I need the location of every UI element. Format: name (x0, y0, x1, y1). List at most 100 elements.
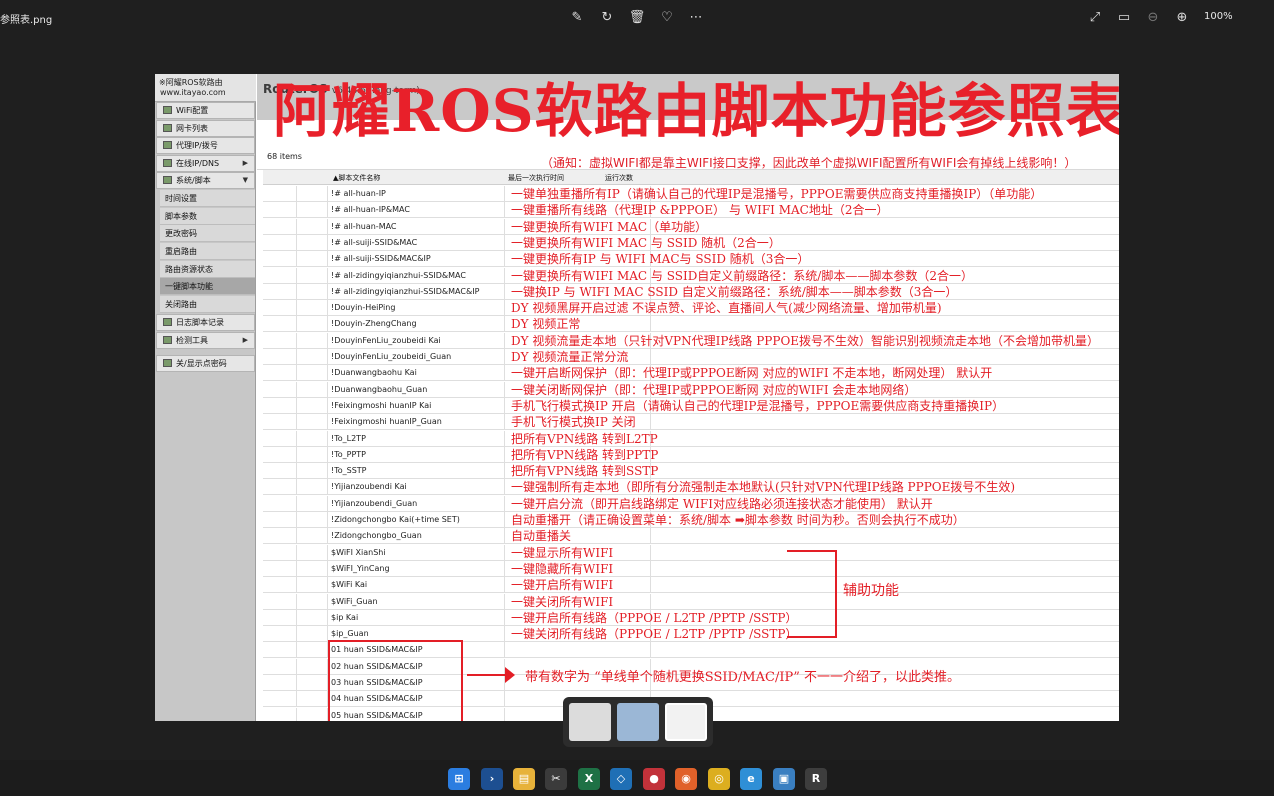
menu-item-system-script[interactable]: 系统/脚本 ▼ (156, 172, 255, 189)
table-row[interactable]: !Yijianzoubendi Kai 一键强制所有走本地（即所有分流强制走本地默… (263, 479, 1119, 496)
column-header-run-count[interactable]: 运行次数 (605, 173, 633, 183)
script-name[interactable]: !To_SSTP (328, 463, 505, 480)
table-row[interactable]: $WiFi Kai 一键开启所有WIFI (263, 577, 1119, 594)
firefox-icon[interactable]: ◉ (675, 768, 697, 790)
app-icon[interactable]: ● (643, 768, 665, 790)
script-name[interactable]: $WiFi Kai (328, 577, 505, 594)
menu-item-online-ip-dns[interactable]: 在线IP/DNS ▶ (156, 155, 255, 172)
table-row[interactable]: !Feixingmoshi huanIP Kai 手机飞行模式换IP 开启（请确认… (263, 397, 1119, 414)
script-name[interactable]: !Duanwangbaohu Kai (328, 365, 505, 382)
table-row[interactable]: !To_SSTP 把所有VPN线路 转到SSTP (263, 463, 1119, 480)
script-name[interactable]: !Zidongchongbo Kai(+time SET) (328, 512, 505, 528)
annotation: 把所有VPN线路 转到SSTP (511, 464, 659, 479)
script-name[interactable]: !Zidongchongbo_Guan (328, 528, 505, 545)
thumbnail[interactable] (617, 703, 659, 741)
favorite-icon[interactable]: ♡ (657, 8, 677, 28)
table-row[interactable]: !To_L2TP 把所有VPN线路 转到L2TP (263, 430, 1119, 447)
menu-item-proxy-dial[interactable]: 代理IP/拨号 (156, 137, 255, 154)
windows-start-icon[interactable]: ⊞ (448, 768, 470, 790)
zoom-in-icon[interactable]: ⊕ (1172, 8, 1192, 28)
submenu-time-settings[interactable]: 时间设置 (160, 190, 255, 207)
edit-icon[interactable]: ✎ (567, 8, 587, 28)
table-row[interactable]: !Duanwangbaohu_Guan 一键关闭断网保护（即：代理IP或PPPOE… (263, 381, 1119, 398)
table-row[interactable]: !Zidongchongbo_Guan 自动重播关 (263, 528, 1119, 545)
table-row[interactable]: !# all-huan-MAC 一键更换所有WIFI MAC（单功能） (263, 218, 1119, 235)
table-row[interactable]: !DouyinFenLiu_zoubeidi_Guan DY 视频流量正常分流 (263, 349, 1119, 365)
script-name[interactable]: !To_L2TP (328, 430, 505, 447)
menu-item-tools[interactable]: 检测工具 ▶ (156, 332, 255, 349)
table-row[interactable]: $WiFi_Guan 一键关闭所有WIFI (263, 593, 1119, 610)
fullscreen-icon[interactable]: ⤢ (1085, 8, 1105, 28)
submenu-shutdown[interactable]: 关闭路由 (160, 296, 255, 313)
table-row[interactable]: !Yijianzoubendi_Guan 一键开启分流（即开启线路绑定 WIFI对… (263, 495, 1119, 512)
rotate-icon[interactable]: ↻ (597, 8, 617, 28)
table-row[interactable]: !# all-zidingyiqianzhui-SSID&MAC&IP 一键换IP… (263, 283, 1119, 300)
script-name[interactable]: !Duanwangbaohu_Guan (328, 381, 505, 398)
script-name[interactable]: $WiFI XianShi (328, 544, 505, 561)
fit-icon[interactable]: ▭ (1114, 8, 1134, 28)
more-icon[interactable]: ⋯ (686, 8, 706, 28)
table-row[interactable]: !Zidongchongbo Kai(+time SET) 自动重播开（请正确设置… (263, 512, 1119, 528)
vscode-icon[interactable]: ◇ (610, 768, 632, 790)
table-row[interactable]: !# all-suiji-SSID&MAC 一键更换所有WIFI MAC 与 SS… (263, 234, 1119, 251)
table-row[interactable]: $WiFI_YinCang 一键隐藏所有WIFI (263, 560, 1119, 577)
submenu-oneclick-scripts[interactable]: 一键脚本功能 (160, 278, 255, 295)
script-name[interactable]: !Douyin-HeiPing (328, 300, 505, 317)
script-name[interactable]: !# all-zidingyiqianzhui-SSID&MAC (328, 267, 505, 284)
thumbnail-selected[interactable] (665, 703, 707, 741)
column-header-last-run[interactable]: 最后一次执行时间 (508, 173, 564, 183)
script-name[interactable]: !# all-suiji-SSID&MAC (328, 234, 505, 251)
submenu-reboot[interactable]: 重启路由 (160, 243, 255, 260)
table-row[interactable]: !Douyin-HeiPing DY 视频黑屏开启过滤 不误点赞、评论、直播间人气… (263, 300, 1119, 317)
edge-icon[interactable]: e (740, 768, 762, 790)
script-name[interactable]: !DouyinFenLiu_zoubeidi_Guan (328, 349, 505, 365)
script-name[interactable]: !Douyin-ZhengChang (328, 316, 505, 333)
menu-item-hide-passwords[interactable]: 关/显示点密码 (156, 355, 255, 372)
table-row[interactable]: !# all-suiji-SSID&MAC&IP 一键更换所有IP 与 WIFI … (263, 251, 1119, 268)
table-row[interactable]: !To_PPTP 把所有VPN线路 转到PPTP (263, 446, 1119, 463)
menu-item-wifi[interactable]: WiFi配置 (156, 102, 255, 119)
notice-text: （通知：虚拟WIFI都是靠主WIFI接口支撑，因此改单个虚拟WIFI配置所有WI… (541, 156, 1077, 170)
file-explorer-icon[interactable]: ▤ (513, 768, 535, 790)
zoom-level[interactable]: 100% (1204, 11, 1233, 22)
script-name[interactable]: $ip Kai (328, 609, 505, 626)
script-name[interactable]: !Feixingmoshi huanIP Kai (328, 397, 505, 414)
chrome-icon[interactable]: ◎ (708, 768, 730, 790)
submenu-resources[interactable]: 路由资源状态 (160, 261, 255, 278)
menu-item-log[interactable]: 日志脚本记录 (156, 314, 255, 331)
script-name[interactable]: !Yijianzoubendi_Guan (328, 495, 505, 512)
table-row[interactable]: !DouyinFenLiu_zoubeidi Kai DY 视频流量走本地（只针对… (263, 332, 1119, 349)
script-name[interactable]: !# all-zidingyiqianzhui-SSID&MAC&IP (328, 283, 505, 300)
table-row[interactable]: !Douyin-ZhengChang DY 视频正常 (263, 316, 1119, 333)
submenu-change-password[interactable]: 更改密码 (160, 225, 255, 242)
script-name[interactable]: $WiFi_Guan (328, 593, 505, 610)
table-row[interactable]: !# all-zidingyiqianzhui-SSID&MAC 一键更换所有WI… (263, 267, 1119, 284)
table-row[interactable]: !# all-huan-IP 一键单独重播所有IP（请确认自己的代理IP是混播号，… (263, 186, 1119, 202)
thumbnail[interactable] (569, 703, 611, 741)
zoom-out-icon[interactable]: ⊖ (1143, 8, 1163, 28)
annotation: 手机飞行模式换IP 关闭 (511, 415, 636, 430)
table-row[interactable]: !# all-huan-IP&MAC 一键重播所有线路（代理IP &PPPOE） … (263, 202, 1119, 219)
column-header-name[interactable]: ▲脚本文件名称 (333, 173, 380, 183)
script-name[interactable]: !Feixingmoshi huanIP_Guan (328, 414, 505, 431)
delete-icon[interactable]: 🗑 (627, 8, 647, 28)
script-name[interactable]: !To_PPTP (328, 446, 505, 463)
table-row[interactable]: !Feixingmoshi huanIP_Guan 手机飞行模式换IP 关闭 (263, 414, 1119, 431)
photos-icon[interactable]: ▣ (773, 768, 795, 790)
winbox-icon[interactable]: R (805, 768, 827, 790)
table-row[interactable]: $ip Kai 一键开启所有线路（PPPOE / L2TP /PPTP /SSTP… (263, 609, 1119, 626)
powershell-icon[interactable]: › (481, 768, 503, 790)
script-name[interactable]: $WiFI_YinCang (328, 560, 505, 577)
script-name[interactable]: !# all-huan-IP&MAC (328, 202, 505, 219)
submenu-script-params[interactable]: 脚本参数 (160, 208, 255, 225)
script-name[interactable]: !# all-suiji-SSID&MAC&IP (328, 251, 505, 268)
excel-icon[interactable]: X (578, 768, 600, 790)
script-name[interactable]: !# all-huan-IP (328, 186, 505, 202)
script-name[interactable]: !# all-huan-MAC (328, 218, 505, 235)
menu-item-nic-list[interactable]: 网卡列表 (156, 120, 255, 137)
script-name[interactable]: !DouyinFenLiu_zoubeidi Kai (328, 332, 505, 349)
snipping-tool-icon[interactable]: ✂ (545, 768, 567, 790)
script-name[interactable]: !Yijianzoubendi Kai (328, 479, 505, 496)
table-row[interactable]: !Duanwangbaohu Kai 一键开启断网保护（即：代理IP或PPPOE断… (263, 365, 1119, 382)
table-row[interactable]: $WiFI XianShi 一键显示所有WIFI (263, 544, 1119, 561)
